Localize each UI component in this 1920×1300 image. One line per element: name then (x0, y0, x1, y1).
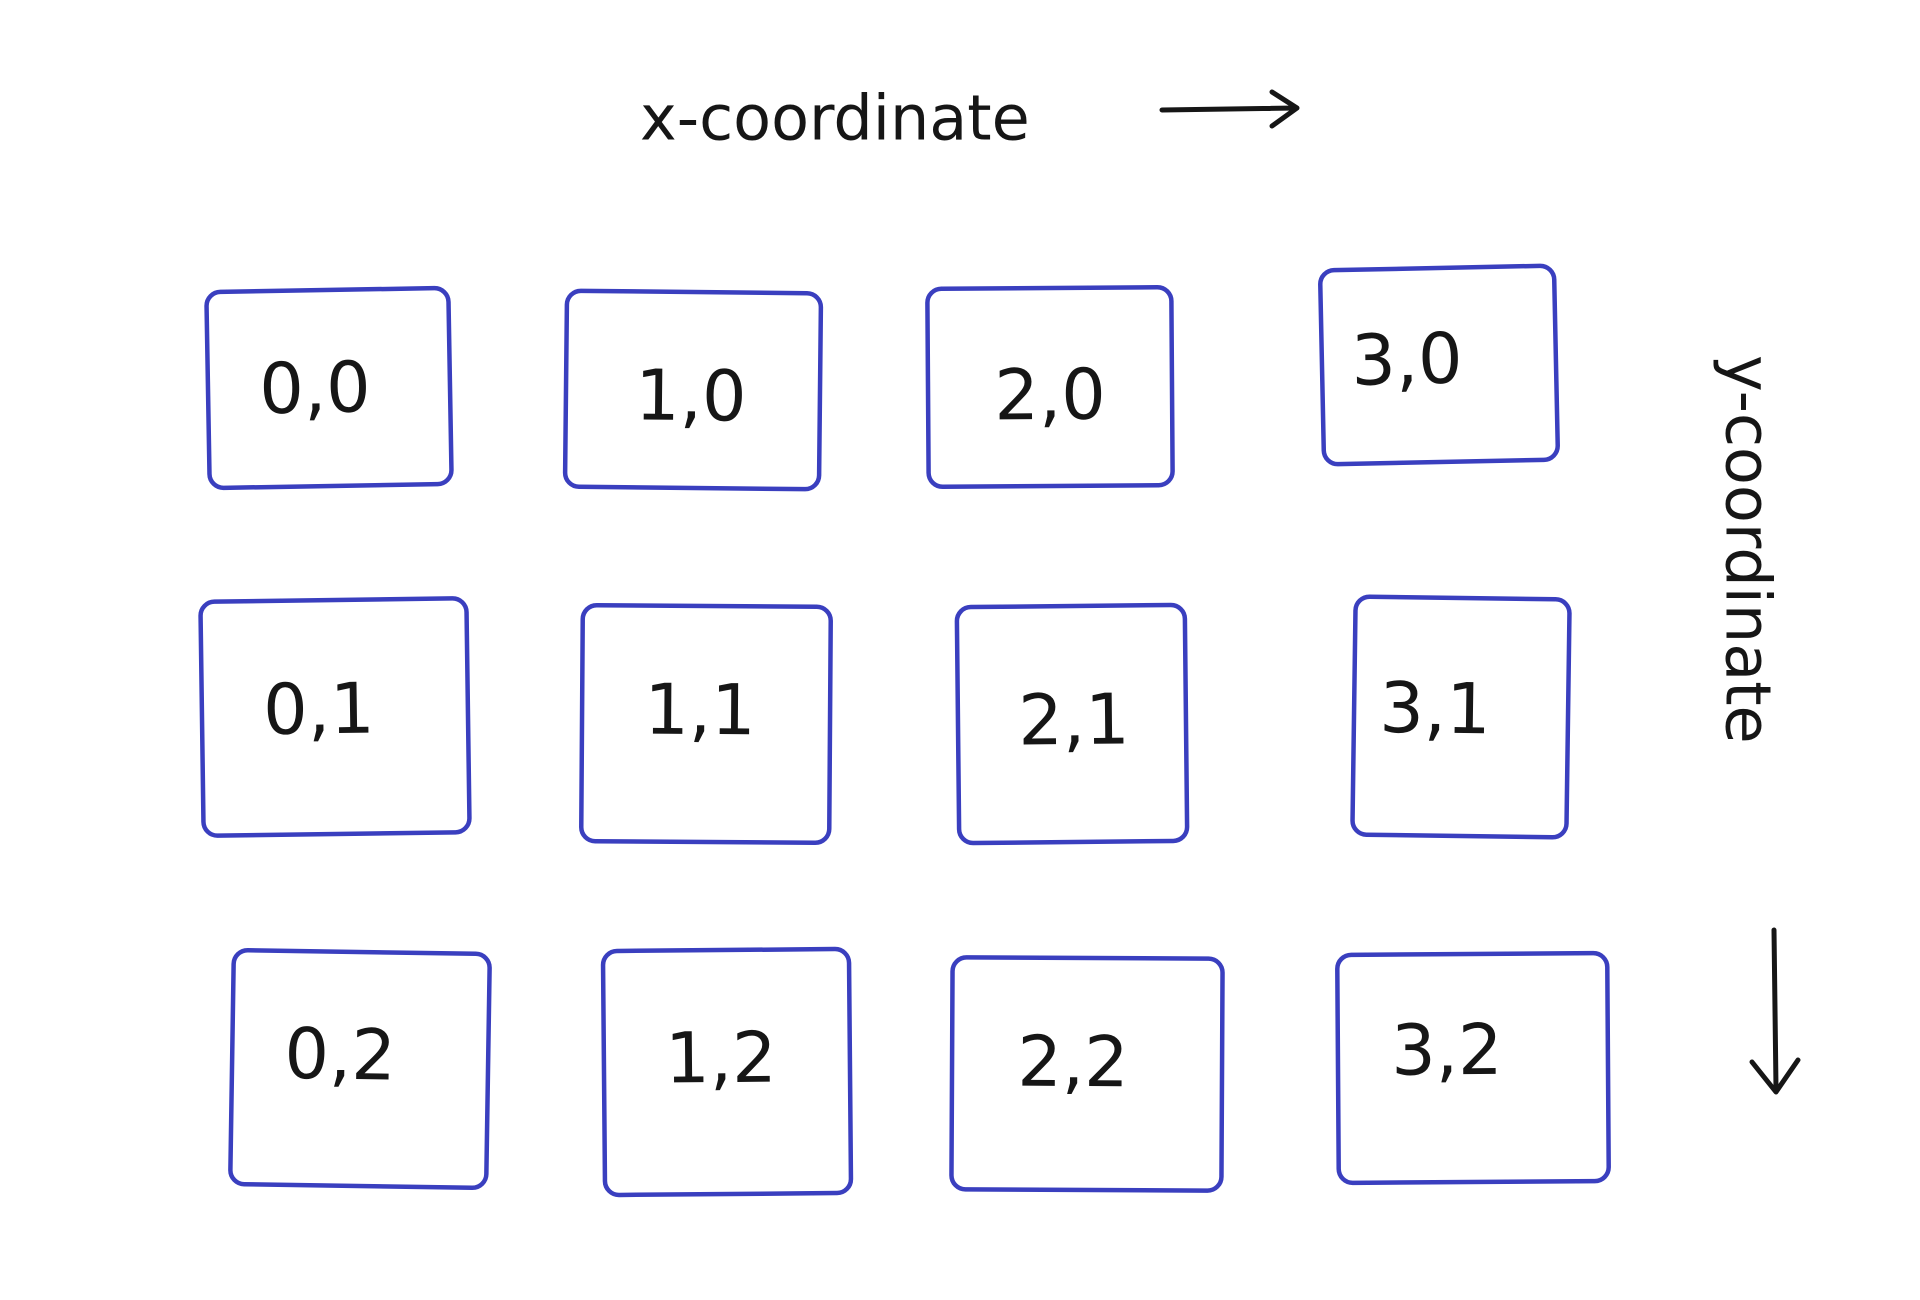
grid-cell: 3,0 (1318, 263, 1560, 467)
grid-cell: 2,1 (954, 602, 1190, 846)
grid-cell: 1,1 (579, 602, 833, 846)
x-axis-arrow-icon (1159, 89, 1300, 129)
grid-cell: 2,2 (949, 955, 1225, 1193)
grid-cell: 3,2 (1335, 950, 1611, 1186)
cell-label: 1,0 (635, 354, 747, 437)
y-axis-label: y-coordinate (1712, 355, 1785, 744)
cell-label: 2,2 (1017, 1021, 1129, 1104)
coordinate-grid-diagram: x-coordinate y-coordinate 0,0 1,0 2,0 3,00,… (198, 82, 1801, 1198)
cell-label: 0,2 (284, 1013, 397, 1097)
grid-cell: 2,0 (925, 284, 1175, 490)
grid-cell: 0,1 (198, 596, 472, 838)
grid-cell: 0,2 (228, 947, 492, 1191)
cell-label: 1,1 (644, 669, 756, 752)
cells-grid: 0,0 1,0 2,0 3,0 0,1 1,1 2,1 3,1 0,2 1,2 2,2 3,2 (198, 263, 1611, 1198)
cell-label: 3,0 (1350, 318, 1463, 402)
cell-label: 2,0 (994, 354, 1106, 437)
cell-label: 0,0 (259, 346, 372, 430)
grid-cell: 1,2 (600, 946, 854, 1198)
y-axis-arrow-icon (1749, 927, 1801, 1095)
cell-label: 0,1 (263, 667, 375, 751)
cell-label: 3,2 (1391, 1009, 1503, 1092)
cell-label: 2,1 (1018, 678, 1130, 761)
grid-cell: 1,0 (562, 288, 824, 492)
grid-cell: 0,0 (204, 285, 454, 491)
x-axis-label: x-coordinate (640, 82, 1030, 155)
cell-label: 3,1 (1379, 667, 1491, 751)
cell-label: 1,2 (665, 1017, 777, 1100)
grid-cell: 3,1 (1350, 594, 1572, 840)
